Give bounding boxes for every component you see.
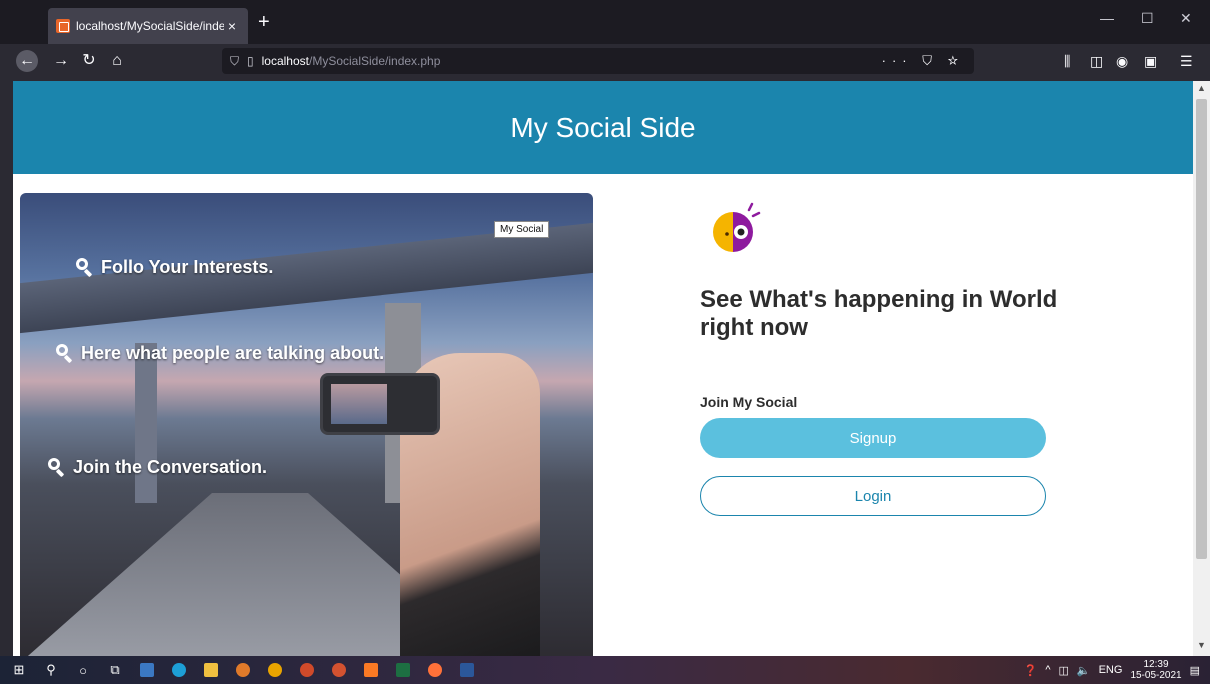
feature-talking: Here what people are talking about. xyxy=(55,343,385,364)
tab-close-icon[interactable]: × xyxy=(224,18,240,34)
maximize-button[interactable]: ☐ xyxy=(1141,10,1154,27)
reload-icon[interactable]: ↻ xyxy=(78,50,100,72)
page-icon: ▯ xyxy=(247,54,254,68)
join-label: Join My Social xyxy=(700,394,798,410)
word-icon[interactable] xyxy=(454,660,480,680)
login-button[interactable]: Login xyxy=(700,476,1046,516)
windows-start-icon[interactable]: ⊞ xyxy=(6,660,32,680)
chrome-icon[interactable] xyxy=(262,660,288,680)
library-icon[interactable]: ⫼ xyxy=(1064,53,1070,70)
pillar-graphic xyxy=(135,343,157,503)
feature-text: Here what people are talking about. xyxy=(81,343,385,363)
clock-time: 12:39 xyxy=(1143,659,1169,670)
close-window-button[interactable]: ✕ xyxy=(1180,10,1192,27)
page-scrollbar[interactable]: ▲ ▼ xyxy=(1193,81,1210,656)
browser-titlebar: localhost/MySocialSide/index.p × + — ☐ ✕ xyxy=(0,0,1210,44)
notification-icon[interactable]: ▤ xyxy=(1190,664,1200,677)
cortana-icon[interactable]: ○ xyxy=(70,660,96,680)
search-icon xyxy=(75,257,97,278)
url-path: /MySocialSide/index.php xyxy=(309,54,441,68)
menu-icon[interactable]: ☰ xyxy=(1180,53,1193,70)
task-view-icon[interactable]: ⧉ xyxy=(102,660,128,680)
signup-button[interactable]: Signup xyxy=(700,418,1046,458)
media-icon[interactable] xyxy=(294,660,320,680)
feature-text: Follo Your Interests. xyxy=(101,257,274,277)
network-icon[interactable]: ◫ xyxy=(1058,664,1068,677)
clock-date: 15-05-2021 xyxy=(1130,670,1182,681)
browser-tab[interactable]: localhost/MySocialSide/index.p × xyxy=(48,8,248,44)
language-label[interactable]: ENG xyxy=(1099,664,1123,676)
shield-icon[interactable]: ⛉ xyxy=(230,54,239,69)
powerpoint-icon[interactable] xyxy=(326,660,352,680)
site-header: My Social Side xyxy=(13,81,1193,174)
search-icon[interactable]: ⚲ xyxy=(38,660,64,680)
account-icon[interactable]: ◉ xyxy=(1116,53,1128,70)
home-icon[interactable]: ⌂ xyxy=(106,50,128,72)
firefox-icon[interactable] xyxy=(422,660,448,680)
forward-icon[interactable]: → xyxy=(50,50,72,72)
feature-join: Join the Conversation. xyxy=(47,457,267,478)
phone-graphic xyxy=(320,373,440,435)
bridge-graphic xyxy=(20,222,593,334)
scroll-thumb[interactable] xyxy=(1196,99,1207,559)
site-title: My Social Side xyxy=(510,111,696,143)
xampp-favicon-icon xyxy=(56,19,70,33)
clock[interactable]: 12:39 15-05-2021 xyxy=(1130,659,1181,681)
search-icon xyxy=(55,343,77,364)
xampp-icon[interactable] xyxy=(358,660,384,680)
hero-tooltip-label: My Social xyxy=(494,221,550,238)
feature-text: Join the Conversation. xyxy=(73,457,268,477)
windows-taskbar: ⊞ ⚲ ○ ⧉ ❓ ^ ◫ 🔈 ENG 12:39 15-05-2021 ▤ xyxy=(0,656,1210,684)
scroll-up-icon[interactable]: ▲ xyxy=(1193,83,1210,97)
desktop-app-icon[interactable] xyxy=(134,660,160,680)
feature-follow: Follo Your Interests. xyxy=(75,257,273,278)
search-icon xyxy=(47,457,69,478)
back-icon[interactable]: ← xyxy=(16,50,38,72)
url-bar[interactable]: ⛉ ▯ localhost /MySocialSide/index.php ··… xyxy=(222,48,974,74)
browser-toolbar: ← → ↻ ⌂ ⛉ ▯ localhost /MySocialSide/inde… xyxy=(0,44,1210,78)
system-tray: ❓ ^ ◫ 🔈 ENG 12:39 15-05-2021 ▤ xyxy=(1024,656,1200,684)
new-tab-button[interactable]: + xyxy=(258,10,270,34)
file-explorer-icon[interactable] xyxy=(198,660,224,680)
volume-icon[interactable]: 🔈 xyxy=(1077,664,1091,677)
paint-icon[interactable] xyxy=(230,660,256,680)
excel-icon[interactable] xyxy=(390,660,416,680)
url-actions[interactable]: ··· ⛉ ☆ xyxy=(882,53,964,69)
edge-icon[interactable] xyxy=(166,660,192,680)
tab-title: localhost/MySocialSide/index.p xyxy=(76,19,224,33)
help-icon[interactable]: ❓ xyxy=(1024,664,1038,677)
extension-icon[interactable]: ▣ xyxy=(1144,53,1157,70)
url-host: localhost xyxy=(261,54,309,68)
sidebar-icon[interactable]: ◫ xyxy=(1090,53,1103,70)
scroll-down-icon[interactable]: ▼ xyxy=(1193,640,1210,654)
bird-logo-icon xyxy=(713,202,761,252)
tagline: See What's happening in World right now xyxy=(700,286,1058,341)
minimize-button[interactable]: — xyxy=(1100,10,1114,26)
chevron-up-icon[interactable]: ^ xyxy=(1045,664,1050,676)
